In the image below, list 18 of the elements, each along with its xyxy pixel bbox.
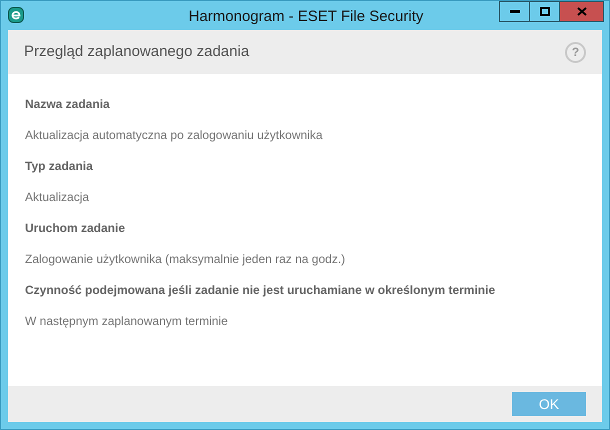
field-value: Aktualizacja automatyczna po zalogowaniu użytkownika bbox=[25, 127, 324, 144]
field-label: Typ zadania bbox=[25, 158, 94, 175]
ok-button[interactable]: OK bbox=[512, 392, 586, 416]
minimize-button[interactable] bbox=[499, 1, 529, 22]
field-value: W następnym zaplanowanym terminie bbox=[25, 313, 229, 330]
close-icon bbox=[576, 7, 586, 16]
app-logo-icon bbox=[8, 7, 24, 23]
help-button[interactable]: ? bbox=[565, 42, 586, 62]
field-value: Zalogowanie użytkownika (maksymalnie jeden raz na godz.) bbox=[25, 251, 346, 268]
field-label: Uruchom zadanie bbox=[25, 220, 126, 237]
minimize-icon bbox=[510, 10, 520, 13]
window-title: Harmonogram - ESET File Security bbox=[188, 7, 424, 27]
field-label: Nazwa zadania bbox=[25, 96, 111, 113]
field-label: Czynność podejmowana jeśli zadanie nie jest uruchamiane w określonym terminie bbox=[25, 282, 496, 299]
field-value: Aktualizacja bbox=[25, 189, 90, 206]
close-button[interactable] bbox=[559, 1, 604, 22]
page-title: Przegląd zaplanowanego zadania bbox=[24, 42, 250, 62]
maximize-icon bbox=[540, 7, 550, 16]
